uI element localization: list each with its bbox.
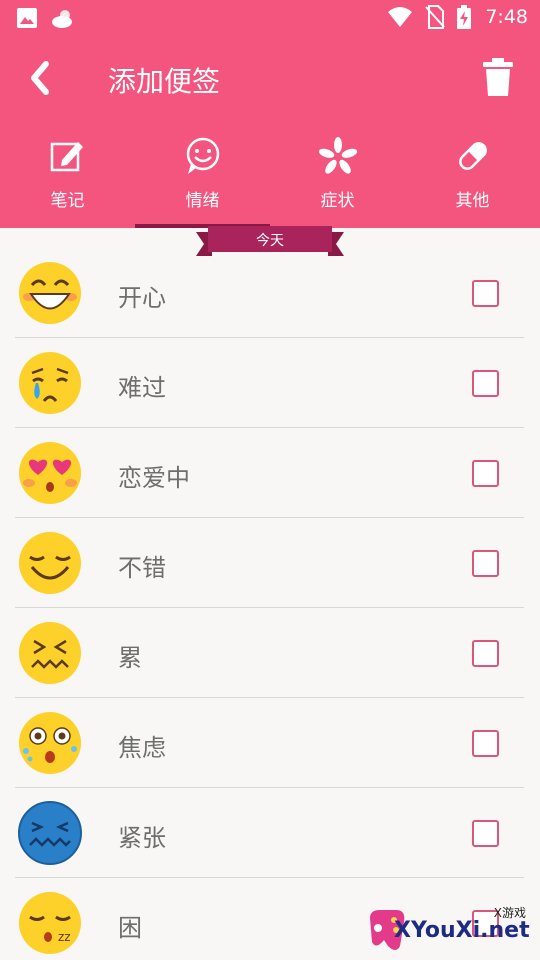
no-sim-icon [425,5,446,29]
list-item[interactable]: 难过 [0,338,540,428]
content-face-icon [19,532,81,594]
anxious-face-icon [19,712,81,774]
image-icon [17,8,37,28]
heart-eyes-face-icon [19,442,81,504]
list-item-label: 难过 [118,374,166,402]
date-label: 今天 [256,233,284,249]
app-bar: 添加便签 [0,40,540,116]
watermark-site-text: XYouXi.net [394,918,530,943]
mood-checkbox[interactable] [472,730,499,757]
wifi-icon [388,7,413,27]
tab-symptoms[interactable]: 症状 [270,128,405,228]
delete-button[interactable] [480,56,516,100]
pill-icon [458,142,487,170]
list-item[interactable]: 开心 [0,248,540,338]
tab-notes[interactable]: 笔记 [0,128,135,228]
page-title: 添加便签 [108,65,221,98]
smiley-icon [186,137,219,174]
chevron-left-icon [31,61,49,95]
tab-label: 情绪 [185,191,220,211]
status-bar: 7:48 [0,0,540,36]
tab-label: 症状 [320,191,355,211]
svg-text:zz: zz [58,930,71,944]
back-button[interactable] [22,56,62,100]
list-item[interactable]: 紧张 [0,788,540,878]
sleepy-face-icon: zz [19,892,81,954]
tab-mood[interactable]: 情绪 [135,128,270,228]
tab-other[interactable]: 其他 [405,128,540,228]
status-time: 7:48 [485,6,528,28]
crying-face-icon [19,352,81,414]
list-item-label: 恋爱中 [118,464,190,492]
tab-label: 笔记 [50,191,85,211]
mood-checkbox[interactable] [472,370,499,397]
list-item[interactable]: 累 [0,608,540,698]
list-item-label: 困 [118,914,142,942]
list-item-label: 开心 [118,284,166,312]
mood-checkbox[interactable] [472,460,499,487]
list-item-label: 焦虑 [118,734,166,762]
nervous-face-icon [18,801,82,865]
battery-charging-icon [457,5,472,29]
category-tabs: 笔记 情绪 症状 其他 [0,128,540,228]
list-item[interactable]: 恋爱中 [0,428,540,518]
watermark: X游戏 XYouXi.net [366,900,540,960]
mood-checkbox[interactable] [472,640,499,667]
list-item-label: 紧张 [118,824,166,852]
list-item-label: 不错 [118,554,166,582]
mood-checkbox[interactable] [472,820,499,847]
mood-checkbox[interactable] [472,280,499,307]
happy-face-icon [19,262,81,324]
list-item-label: 累 [118,644,142,672]
mood-checkbox[interactable] [472,550,499,577]
list-item[interactable]: 焦虑 [0,698,540,788]
tab-label: 其他 [455,191,490,211]
asterisk-icon [318,137,357,174]
weather-cloud-sun-icon [52,10,72,28]
list-item[interactable]: 不错 [0,518,540,608]
tired-face-icon [19,622,81,684]
note-edit-icon [50,142,83,172]
header: 7:48 添加便签 笔记 情绪 症状 其他 [0,0,540,228]
trash-icon [483,58,513,96]
